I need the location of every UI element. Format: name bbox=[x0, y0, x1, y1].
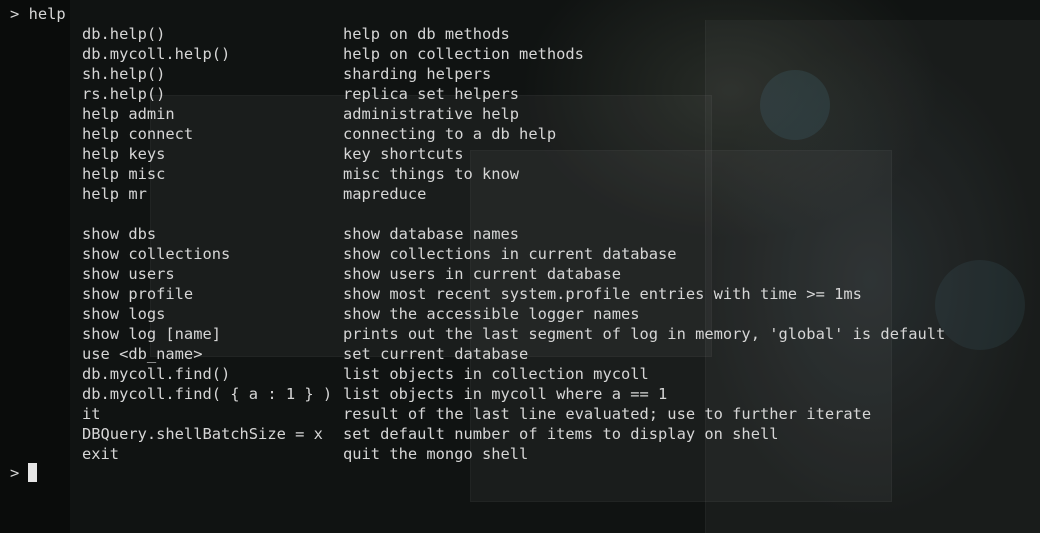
help-command: db.help() bbox=[82, 25, 166, 43]
terminal-window[interactable]: > help db.help() help on db methods db.myc… bbox=[0, 0, 1040, 533]
input-line[interactable]: > bbox=[10, 463, 38, 483]
help-command: show logs bbox=[82, 305, 166, 323]
help-command: help admin bbox=[82, 105, 175, 123]
help-description: list objects in collection mycoll bbox=[343, 365, 649, 383]
help-command: it bbox=[82, 405, 101, 423]
help-row: sh.help() sharding helpers bbox=[0, 64, 1040, 84]
help-description: set current database bbox=[343, 345, 529, 363]
help-row: db.mycoll.find() list objects in collecti… bbox=[0, 364, 1040, 384]
help-command: show profile bbox=[82, 285, 194, 303]
prompt-symbol: > bbox=[10, 464, 20, 482]
help-command: help keys bbox=[82, 145, 166, 163]
help-command: use <db_name> bbox=[82, 345, 203, 363]
help-row: show profile show most recent system.prof… bbox=[0, 284, 1040, 304]
help-row: show logs show the accessible logger name… bbox=[0, 304, 1040, 324]
help-description: show the accessible logger names bbox=[343, 305, 640, 323]
terminal-output: > help db.help() help on db methods db.myc… bbox=[0, 0, 1040, 533]
help-description: set default number of items to display o… bbox=[343, 425, 779, 443]
help-command: show collections bbox=[82, 245, 231, 263]
help-description: list objects in mycoll where a == 1 bbox=[343, 385, 668, 403]
help-row: show log [name] prints out the last segme… bbox=[0, 324, 1040, 344]
text-cursor bbox=[28, 463, 38, 482]
help-row: show collections show collections in curr… bbox=[0, 244, 1040, 264]
help-command: DBQuery.shellBatchSize = x bbox=[82, 425, 323, 443]
help-command: sh.help() bbox=[82, 65, 166, 83]
help-command: db.mycoll.find( { a : 1 } ) bbox=[82, 385, 333, 403]
help-command: rs.help() bbox=[82, 85, 166, 103]
help-command: help mr bbox=[82, 185, 147, 203]
help-row: DBQuery.shellBatchSize = x set default nu… bbox=[0, 424, 1040, 444]
help-row: rs.help() replica set helpers bbox=[0, 84, 1040, 104]
help-description: result of the last line evaluated; use t… bbox=[343, 405, 872, 423]
help-command: help misc bbox=[82, 165, 166, 183]
help-description: help on collection methods bbox=[343, 45, 584, 63]
help-description: help on db methods bbox=[343, 25, 510, 43]
entered-command: help bbox=[28, 5, 66, 23]
help-description: key shortcuts bbox=[343, 145, 464, 163]
help-description: sharding helpers bbox=[343, 65, 492, 83]
help-listing: db.help() help on db methods db.mycoll.hel… bbox=[0, 24, 1040, 464]
help-row: db.mycoll.find( { a : 1 } ) list objects … bbox=[0, 384, 1040, 404]
help-row: db.help() help on db methods bbox=[0, 24, 1040, 44]
help-row: show dbs show database names bbox=[0, 224, 1040, 244]
help-command: show users bbox=[82, 265, 175, 283]
help-description: show users in current database bbox=[343, 265, 621, 283]
help-row: help keys key shortcuts bbox=[0, 144, 1040, 164]
help-description: quit the mongo shell bbox=[343, 445, 529, 463]
help-command: db.mycoll.help() bbox=[82, 45, 231, 63]
help-command: show dbs bbox=[82, 225, 157, 243]
help-description: connecting to a db help bbox=[343, 125, 557, 143]
help-command: show log [name] bbox=[82, 325, 221, 343]
help-row: help connect connecting to a db help bbox=[0, 124, 1040, 144]
help-row: it result of the last line evaluated; use… bbox=[0, 404, 1040, 424]
help-description: mapreduce bbox=[343, 185, 427, 203]
command-line: > help bbox=[10, 4, 66, 24]
help-row: show users show users in current database bbox=[0, 264, 1040, 284]
help-description: misc things to know bbox=[343, 165, 520, 183]
help-description: show most recent system.profile entries … bbox=[343, 285, 862, 303]
help-row: help mr mapreduce bbox=[0, 184, 1040, 204]
help-command: db.mycoll.find() bbox=[82, 365, 231, 383]
help-command: help connect bbox=[82, 125, 194, 143]
prompt-symbol: > bbox=[10, 5, 20, 23]
help-row: use <db_name> set current database bbox=[0, 344, 1040, 364]
help-description: show database names bbox=[343, 225, 520, 243]
help-row: help misc misc things to know bbox=[0, 164, 1040, 184]
help-command: exit bbox=[82, 445, 120, 463]
help-row: exit quit the mongo shell bbox=[0, 444, 1040, 464]
help-description: administrative help bbox=[343, 105, 520, 123]
help-description: show collections in current database bbox=[343, 245, 677, 263]
help-row: db.mycoll.help() help on collection metho… bbox=[0, 44, 1040, 64]
help-description: replica set helpers bbox=[343, 85, 520, 103]
help-row: help admin administrative help bbox=[0, 104, 1040, 124]
help-description: prints out the last segment of log in me… bbox=[343, 325, 946, 343]
